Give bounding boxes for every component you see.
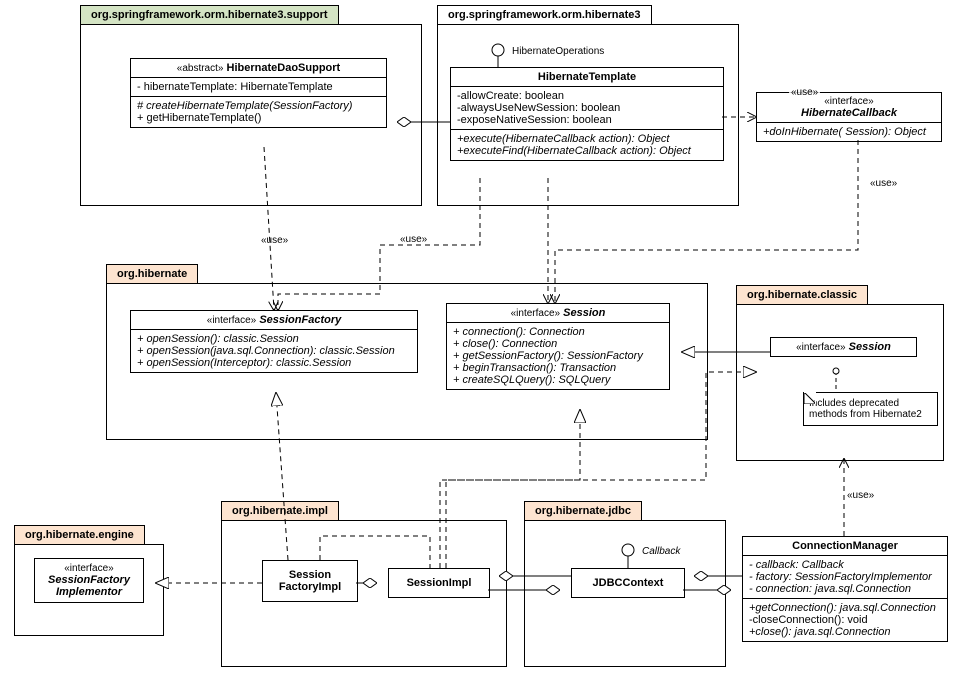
note: Includes deprecated methods from Hiberna… bbox=[803, 392, 938, 426]
operation: + openSession(Interceptor): classic.Sess… bbox=[137, 357, 411, 369]
operation: +close(): java.sql.Connection bbox=[749, 626, 941, 638]
attribute: -alwaysUseNewSession: boolean bbox=[457, 102, 717, 114]
stereotype: «abstract» bbox=[177, 63, 224, 74]
package-tab-jdbc: org.hibernate.jdbc bbox=[524, 501, 642, 520]
class-name: Implementor bbox=[39, 586, 139, 598]
note-line: methods from Hibernate2 bbox=[809, 409, 932, 420]
stereotype: «interface» bbox=[39, 563, 139, 574]
package-tab-hibernate: org.hibernate bbox=[106, 264, 198, 283]
operation: +getConnection(): java.sql.Connection bbox=[749, 602, 941, 614]
class-name: SessionFactory bbox=[259, 314, 341, 326]
operation: + openSession(): classic.Session bbox=[137, 333, 411, 345]
class-name: Session bbox=[563, 307, 605, 319]
operation: + createSQLQuery(): SQLQuery bbox=[453, 374, 663, 386]
package-classic: org.hibernate.classic bbox=[736, 304, 944, 461]
class-name: HibernateTemplate bbox=[538, 71, 636, 83]
class-name: HibernateCallback bbox=[801, 107, 897, 119]
operation: + getSessionFactory(): SessionFactory bbox=[453, 350, 663, 362]
package-tab-hibernate3: org.springframework.orm.hibernate3 bbox=[437, 5, 652, 24]
package-tab-support: org.springframework.orm.hibernate3.suppo… bbox=[80, 5, 339, 24]
class-name: Session bbox=[849, 341, 891, 353]
class-name: HibernateDaoSupport bbox=[227, 62, 341, 74]
stereotype: «interface» bbox=[511, 308, 560, 319]
label-use: «use» bbox=[789, 87, 820, 98]
class-session-impl: SessionImpl bbox=[388, 568, 490, 598]
class-hibernate-callback: «interface»HibernateCallback +doInHibern… bbox=[756, 92, 942, 142]
operation: + close(): Connection bbox=[453, 338, 663, 350]
class-name: ConnectionManager bbox=[792, 540, 898, 552]
label-hibernate-operations: HibernateOperations bbox=[510, 46, 606, 57]
class-classic-session: «interface» Session bbox=[770, 337, 917, 357]
class-hibernate-dao-support: «abstract» HibernateDaoSupport - hiberna… bbox=[130, 58, 387, 128]
class-connection-manager: ConnectionManager - callback: Callback -… bbox=[742, 536, 948, 642]
package-tab-classic: org.hibernate.classic bbox=[736, 285, 868, 304]
label-use: «use» bbox=[398, 234, 429, 245]
operation: +executeFind(HibernateCallback action): … bbox=[457, 145, 717, 157]
label-use: «use» bbox=[868, 178, 899, 189]
note-line: Includes deprecated bbox=[809, 398, 932, 409]
operation: + getHibernateTemplate() bbox=[137, 112, 380, 124]
package-tab-engine: org.hibernate.engine bbox=[14, 525, 145, 544]
operation: -closeConnection(): void bbox=[749, 614, 941, 626]
operation: +doInHibernate( Session): Object bbox=[757, 123, 941, 141]
class-session: «interface» Session + connection(): Conn… bbox=[446, 303, 670, 390]
class-name: JDBCContext bbox=[593, 577, 664, 589]
operation: + openSession(java.sql.Connection): clas… bbox=[137, 345, 411, 357]
attribute: -allowCreate: boolean bbox=[457, 90, 717, 102]
label-use: «use» bbox=[259, 235, 290, 246]
attribute: - callback: Callback bbox=[749, 559, 941, 571]
class-jdbc-context: JDBCContext bbox=[571, 568, 685, 598]
operation: + connection(): Connection bbox=[453, 326, 663, 338]
class-session-factory-impl: SessionFactoryImpl bbox=[262, 560, 358, 602]
class-session-factory-implementor: «interface»SessionFactoryImplementor bbox=[34, 558, 144, 603]
attribute: - connection: java.sql.Connection bbox=[749, 583, 941, 595]
attribute: - factory: SessionFactoryImplementor bbox=[749, 571, 941, 583]
stereotype: «interface» bbox=[796, 342, 845, 353]
class-name: Session bbox=[267, 569, 353, 581]
operation: + beginTransaction(): Transaction bbox=[453, 362, 663, 374]
class-name: FactoryImpl bbox=[267, 581, 353, 593]
attribute: -exposeNativeSession: boolean bbox=[457, 114, 717, 126]
package-tab-impl: org.hibernate.impl bbox=[221, 501, 339, 520]
class-name: SessionFactory bbox=[39, 574, 139, 586]
class-session-factory: «interface» SessionFactory + openSession… bbox=[130, 310, 418, 373]
class-hibernate-template: HibernateTemplate -allowCreate: boolean … bbox=[450, 67, 724, 161]
label-use: «use» bbox=[845, 490, 876, 501]
operation: +execute(HibernateCallback action): Obje… bbox=[457, 133, 717, 145]
operation: # createHibernateTemplate(SessionFactory… bbox=[137, 100, 380, 112]
class-name: SessionImpl bbox=[407, 577, 472, 589]
attribute: - hibernateTemplate: HibernateTemplate bbox=[131, 78, 386, 97]
label-callback: Callback bbox=[640, 546, 682, 557]
stereotype: «interface» bbox=[207, 315, 256, 326]
